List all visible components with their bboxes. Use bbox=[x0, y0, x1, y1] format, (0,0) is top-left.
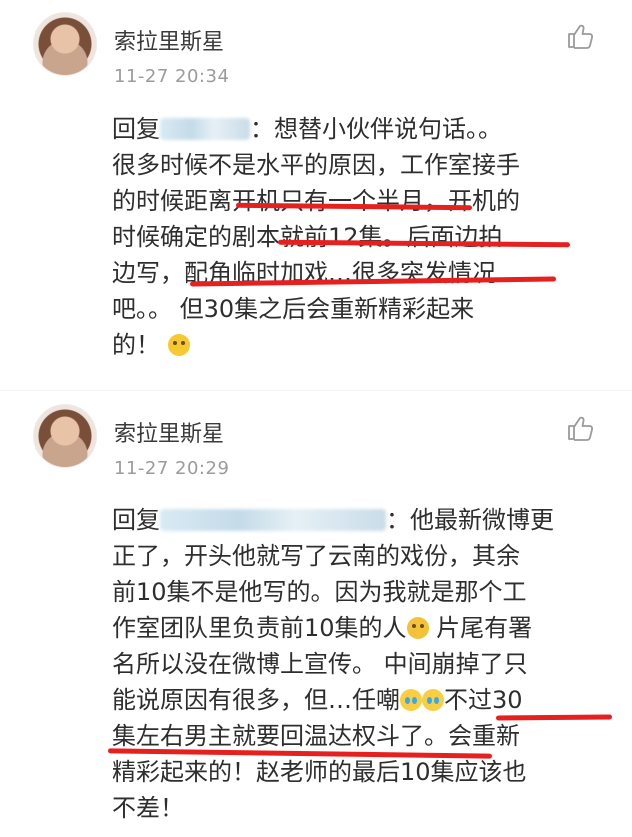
comment-line: 吧。。 但30集之后会重新精彩起来 bbox=[112, 295, 475, 323]
comment-line: 正了，开头他就写了云南的戏份，其余 bbox=[112, 542, 520, 570]
blurred-username bbox=[160, 509, 386, 531]
comment-line: 能说原因有很多，但…任嘲 不过30 bbox=[112, 682, 617, 718]
comment-line: 的！ bbox=[112, 327, 617, 363]
blurred-username bbox=[160, 118, 250, 140]
comment-line: 很多时候不是水平的原因，工作室接手 bbox=[112, 151, 520, 179]
laugh-cry-emoji bbox=[422, 689, 444, 711]
comment-line: 作室团队里负责前10集的人 片尾有署 bbox=[112, 610, 617, 646]
comment-line-text: 能说原因有很多，但…任嘲 bbox=[112, 686, 400, 714]
highlight-underline bbox=[495, 714, 613, 721]
reply-text: ：想替小伙伴说句话。。 bbox=[250, 115, 502, 143]
avatar[interactable] bbox=[33, 12, 97, 76]
comment-body: 回复 ：想替小伙伴说句话。。 很多时候不是水平的原因，工作室接手 的时候距离开机只… bbox=[112, 111, 617, 363]
comment-line: 不差！ bbox=[112, 794, 184, 822]
grimace-emoji bbox=[167, 334, 190, 356]
comment-line-text: 片尾有署 bbox=[428, 614, 533, 642]
comment-line: 前10集不是他写的。因为我就是那个工 bbox=[112, 578, 527, 606]
comment-line-text: 的！ bbox=[112, 331, 160, 359]
comment-line-text: 作室团队里负责前10集的人 bbox=[112, 614, 407, 642]
comment-line: 回复 ：想替小伙伴说句话。。 bbox=[112, 111, 617, 147]
comment-body: 回复 ：他最新微博更 正了，开头他就写了云南的戏份，其余 前10集不是他写的。因为… bbox=[112, 502, 617, 826]
comment-line: 的时候距离开机只有一个半月，开机的 bbox=[112, 187, 520, 215]
avatar[interactable] bbox=[33, 404, 97, 468]
timestamp: 11-27 20:29 bbox=[114, 458, 230, 479]
comment-line: 时候确定的剧本就前12集。后面边拍 bbox=[112, 223, 503, 251]
reply-prefix: 回复 bbox=[112, 506, 160, 534]
thumbs-up-icon[interactable] bbox=[566, 22, 594, 50]
reply-prefix: 回复 bbox=[112, 115, 160, 143]
author-name[interactable]: 索拉里斯星 bbox=[114, 416, 224, 448]
comment-line: 名所以没在微博上宣传。 中间崩掉了只 bbox=[112, 650, 528, 678]
reply-text: ：他最新微博更 bbox=[386, 506, 554, 534]
laugh-cry-emoji bbox=[400, 689, 422, 711]
comment-line: 回复 ：他最新微博更 bbox=[112, 502, 617, 538]
wink-tongue-emoji bbox=[406, 617, 429, 639]
comment-line: 精彩起来的！赵老师的最后10集应该也 bbox=[112, 758, 527, 786]
timestamp: 11-27 20:34 bbox=[114, 66, 230, 87]
divider bbox=[0, 390, 632, 391]
comment-line: 边写，配角临时加戏…很多突发情况 bbox=[112, 259, 496, 287]
author-name[interactable]: 索拉里斯星 bbox=[114, 24, 224, 56]
comment-line-text: 不过30 bbox=[444, 686, 523, 714]
thumbs-up-icon[interactable] bbox=[566, 414, 594, 442]
